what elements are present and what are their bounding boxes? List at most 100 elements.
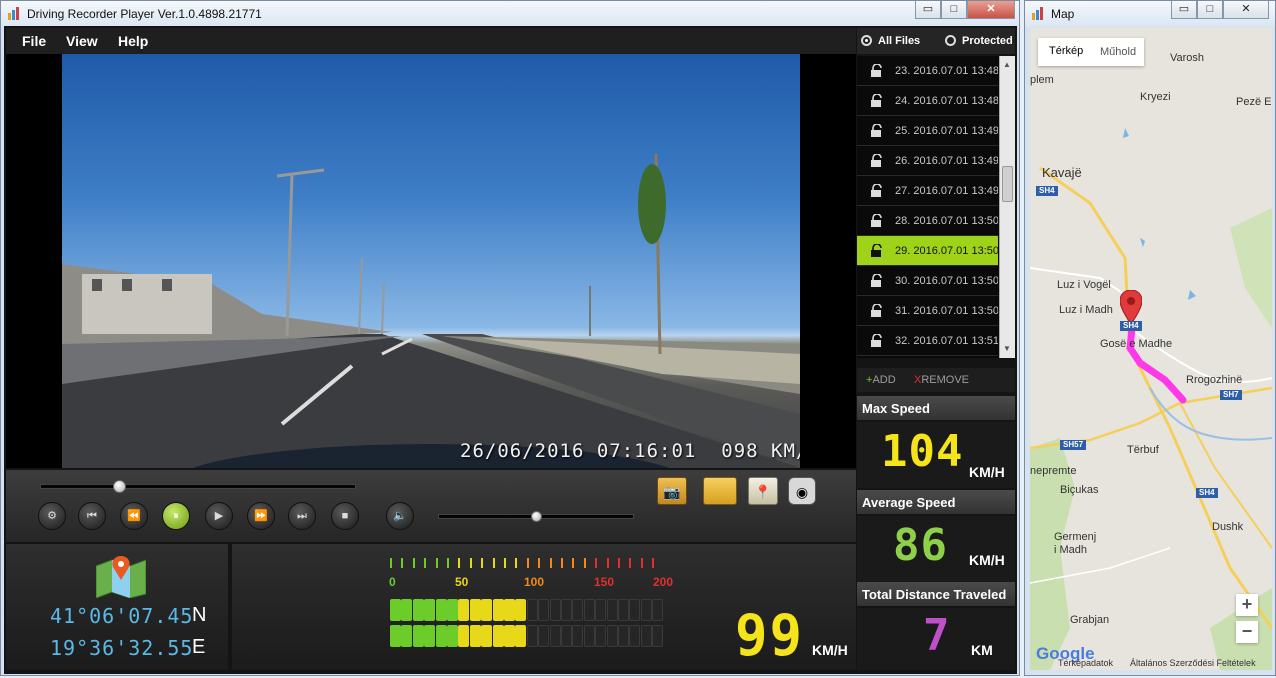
gauge-tick: [618, 558, 620, 568]
latitude-value: 41°06'07.45: [50, 604, 194, 628]
settings-button[interactable]: ⚙: [38, 502, 66, 530]
window-title: Driving Recorder Player Ver.1.0.4898.217…: [27, 7, 262, 21]
gauge-segment: [447, 599, 458, 621]
gauge-segment: [583, 625, 595, 647]
gauge-segment: [515, 599, 527, 621]
label-grabjan: Grabjan: [1070, 614, 1110, 626]
all-files-radio[interactable]: [861, 35, 872, 46]
file-list-item[interactable]: 26. 2016.07.01 13:49:3: [857, 146, 998, 176]
label-luzimadh: Luz i Madh: [1059, 304, 1113, 316]
file-list-item[interactable]: 29. 2016.07.01 13:50:1: [857, 236, 998, 266]
distance-unit: KM: [971, 642, 993, 658]
pause-button[interactable]: ⏸: [162, 502, 190, 530]
map-close-button[interactable]: ✕: [1223, 1, 1269, 19]
longitude-hemisphere: E: [192, 636, 206, 658]
max-speed-unit: KM/H: [969, 464, 1005, 480]
protected-label[interactable]: Protected: [962, 35, 1013, 47]
remove-button[interactable]: XREMOVE: [914, 374, 969, 386]
map-terms-link[interactable]: Általános Szerződési Feltételek: [1130, 658, 1256, 668]
file-list-item-label: 30. 2016.07.01 13:50:4: [895, 275, 998, 287]
gauge-tick: [583, 558, 586, 568]
lock-icon: [871, 64, 882, 77]
average-speed-header: Average Speed: [857, 490, 1015, 514]
label-dushk: Dushk: [1212, 521, 1244, 533]
map-toggle-icon[interactable]: 📍: [748, 477, 778, 505]
map-app-icon: [1032, 7, 1043, 20]
file-list-item[interactable]: 30. 2016.07.01 13:50:4: [857, 266, 998, 296]
lock-icon: [871, 124, 882, 137]
gauge-segment: [504, 599, 515, 621]
snapshot-folder-icon[interactable]: 📷: [657, 477, 687, 505]
map-minimize-button[interactable]: ▭: [1171, 1, 1197, 19]
map-data-link[interactable]: Térképadatok: [1058, 658, 1113, 668]
add-label: ADD: [872, 374, 896, 386]
satellite-tab[interactable]: Műhold: [1100, 46, 1136, 58]
play-button[interactable]: ▶: [205, 502, 233, 530]
zoom-in-button[interactable]: +: [1236, 594, 1258, 616]
average-speed-unit: KM/H: [969, 552, 1005, 568]
file-filter-bar: All Files Protected: [857, 28, 1015, 54]
seek-slider-knob[interactable]: [113, 480, 126, 493]
gauge-tick: [652, 558, 655, 568]
gauge-tick: [561, 558, 563, 568]
lock-icon: [871, 334, 882, 347]
gauge-tick: [492, 558, 495, 568]
seek-slider[interactable]: [40, 484, 356, 489]
distance-header: Total Distance Traveled: [857, 582, 1015, 606]
road-sh4-north: SH4: [1036, 186, 1058, 196]
zoom-out-button[interactable]: −: [1236, 621, 1258, 643]
lock-icon: [871, 94, 882, 107]
open-folder-icon[interactable]: [703, 477, 737, 505]
map-view[interactable]: Térkép Műhold Varosh plem Kryezi Pezë E …: [1030, 28, 1272, 670]
label-gose: Gosë e Madhe: [1100, 338, 1173, 350]
gauge-tick: [504, 558, 506, 568]
file-list-item[interactable]: 24. 2016.07.01 13:48:5: [857, 86, 998, 116]
stop-button[interactable]: ■: [331, 502, 359, 530]
camera-icon[interactable]: ◉: [788, 477, 816, 505]
video-view[interactable]: 26/06/2016 07:16:01 098 KM/H: [6, 54, 856, 468]
map-maximize-button[interactable]: □: [1197, 1, 1223, 19]
gauge-segment: [572, 625, 584, 647]
minimize-button[interactable]: ▭: [915, 1, 941, 19]
volume-slider-knob[interactable]: [531, 511, 542, 522]
label-peze: Pezë E: [1236, 96, 1272, 108]
file-list-scrollbar[interactable]: ▲ ▼: [999, 56, 1015, 358]
map-title-bar[interactable]: Map ▭ □ ✕: [1025, 1, 1275, 27]
scroll-down-icon[interactable]: ▼: [1003, 344, 1011, 353]
gauge-segment: [390, 625, 401, 647]
menu-help[interactable]: Help: [118, 33, 148, 49]
add-button[interactable]: +ADD: [866, 374, 896, 386]
close-button[interactable]: ✕: [967, 1, 1015, 19]
file-list-item[interactable]: 27. 2016.07.01 13:49:5: [857, 176, 998, 206]
label-nepremte: nepremte: [1030, 465, 1077, 477]
next-file-button[interactable]: ⏭: [288, 502, 316, 530]
file-list-item[interactable]: 25. 2016.07.01 13:49:1: [857, 116, 998, 146]
file-list-item[interactable]: 32. 2016.07.01 13:51:2: [857, 326, 998, 356]
file-list-item[interactable]: 23. 2016.07.01 13:48:3: [857, 56, 998, 86]
title-bar[interactable]: Driving Recorder Player Ver.1.0.4898.217…: [1, 1, 1019, 27]
file-list-item[interactable]: 28. 2016.07.01 13:50:1: [857, 206, 998, 236]
file-list-item-label: 28. 2016.07.01 13:50:1: [895, 215, 998, 227]
all-files-label[interactable]: All Files: [878, 35, 920, 47]
map-tab[interactable]: Térkép: [1049, 45, 1083, 57]
scroll-thumb[interactable]: [1002, 166, 1013, 202]
maximize-button[interactable]: □: [941, 1, 967, 19]
file-list-item[interactable]: 31. 2016.07.01 13:50:5: [857, 296, 998, 326]
osd-date: 26/06/2016: [460, 440, 585, 462]
protected-radio[interactable]: [945, 35, 956, 46]
lock-icon: [871, 274, 882, 287]
label-terbuf: Tërbuf: [1127, 444, 1159, 456]
menu-file[interactable]: File: [22, 33, 46, 49]
fast-forward-button[interactable]: ⏩: [247, 502, 275, 530]
volume-icon[interactable]: 🔈: [386, 502, 414, 530]
scroll-up-icon[interactable]: ▲: [1003, 60, 1011, 69]
gauge-segment: [469, 625, 481, 647]
menu-view[interactable]: View: [66, 33, 98, 49]
gauge-segment: [640, 625, 652, 647]
previous-file-button[interactable]: ⏮: [78, 502, 106, 530]
gauge-segment: [424, 625, 436, 647]
rewind-button[interactable]: ⏪: [120, 502, 148, 530]
average-speed-box: 86 KM/H: [857, 516, 1015, 582]
distance-box: 7 KM: [857, 608, 1015, 670]
gauge-segment: [492, 599, 504, 621]
